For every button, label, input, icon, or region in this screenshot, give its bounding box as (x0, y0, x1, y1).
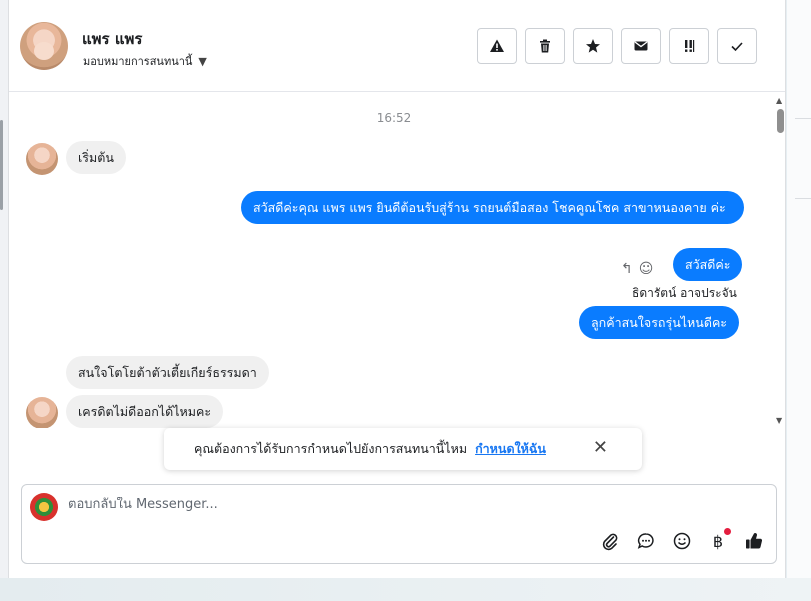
delete-button[interactable] (525, 28, 565, 64)
mark-unread-button[interactable] (621, 28, 661, 64)
assign-suggestion-toast: คุณต้องการได้รับการกำหนดไปยังการสนทนานี้… (164, 428, 642, 470)
message-bubble-incoming[interactable]: เครดิตไม่ดีออกได้ไหมคะ (66, 395, 224, 428)
star-button[interactable] (573, 28, 613, 64)
saved-replies-button[interactable] (636, 531, 656, 551)
reply-composer: ฿ (21, 484, 777, 564)
payment-button[interactable]: ฿ (708, 528, 731, 551)
message-scrollbar[interactable]: ▲ ▼ (775, 93, 785, 428)
message-timestamp: 16:52 (376, 111, 412, 125)
warning-icon (490, 39, 504, 52)
assign-label: มอบหมายการสนทนานี้ (83, 55, 193, 68)
conversation-header: แพร แพร มอบหมายการสนทนานี้ ▼ (9, 0, 785, 92)
like-button[interactable] (744, 531, 764, 551)
spam-button[interactable] (477, 28, 517, 64)
message-bubble-outgoing[interactable]: สวัสดีค่ะ (673, 248, 743, 281)
emoji-icon (673, 532, 691, 550)
exclamation-icon (685, 40, 695, 52)
contact-avatar[interactable] (20, 22, 68, 70)
scroll-up-icon[interactable]: ▲ (776, 96, 782, 105)
reply-icon[interactable]: ↰ (621, 261, 633, 277)
close-icon[interactable]: ✕ (593, 439, 608, 457)
emoji-button[interactable] (672, 531, 692, 551)
left-gutter (0, 0, 8, 601)
right-strip (787, 0, 811, 578)
star-icon (586, 39, 600, 53)
envelope-icon (634, 41, 648, 51)
message-list: 16:52 เริ่มต้น สวัสดีค่ะคุณ แพร แพร ยินด… (9, 93, 785, 428)
message-actions: ↰ ☺ (621, 261, 653, 277)
message-bubble-outgoing[interactable]: ลูกค้าสนใจรถรุ่นไหนดีคะ (579, 306, 740, 339)
reply-input[interactable] (68, 497, 668, 512)
message-bubble-incoming[interactable]: เริ่มต้น (66, 141, 126, 174)
header-actions (477, 28, 757, 64)
sender-avatar[interactable] (26, 397, 58, 428)
trash-icon (540, 39, 550, 53)
follow-up-button[interactable] (669, 28, 709, 64)
done-button[interactable] (717, 28, 757, 64)
notification-dot (724, 528, 731, 535)
scrollbar-thumb[interactable] (777, 109, 784, 133)
sender-avatar[interactable] (26, 143, 58, 175)
react-emoji-icon[interactable]: ☺ (639, 261, 654, 277)
composer-tools: ฿ (600, 528, 764, 551)
contact-name[interactable]: แพร แพร (82, 27, 142, 51)
assign-to-me-link[interactable]: กำหนดให้ฉัน (475, 439, 546, 459)
assign-dropdown[interactable]: มอบหมายการสนทนานี้ ▼ (83, 52, 207, 70)
left-scrollbar[interactable] (0, 120, 3, 210)
page-avatar (30, 493, 58, 521)
thumbs-up-icon (746, 533, 763, 549)
chat-bubble-icon (637, 533, 654, 549)
bottom-band (0, 578, 811, 601)
baht-icon: ฿ (712, 531, 724, 551)
attach-button[interactable] (600, 531, 620, 551)
message-bubble-outgoing[interactable]: สวัสดีค่ะคุณ แพร แพร ยินดีต้อนรับสู่ร้าน… (241, 191, 744, 224)
toast-text: คุณต้องการได้รับการกำหนดไปยังการสนทนานี้… (194, 441, 468, 456)
scroll-down-icon[interactable]: ▼ (776, 416, 782, 425)
paperclip-icon (602, 533, 618, 551)
check-icon (731, 42, 743, 52)
sender-name: ธิดารัตน์ อาจประจัน (632, 286, 737, 300)
chevron-down-icon: ▼ (198, 54, 207, 68)
message-bubble-incoming[interactable]: สนใจโตโยต้าตัวเตี้ยเกียร์ธรรมดา (66, 356, 269, 389)
conversation-panel: แพร แพร มอบหมายการสนทนานี้ ▼ 16:52 เริ่ม… (8, 0, 786, 578)
